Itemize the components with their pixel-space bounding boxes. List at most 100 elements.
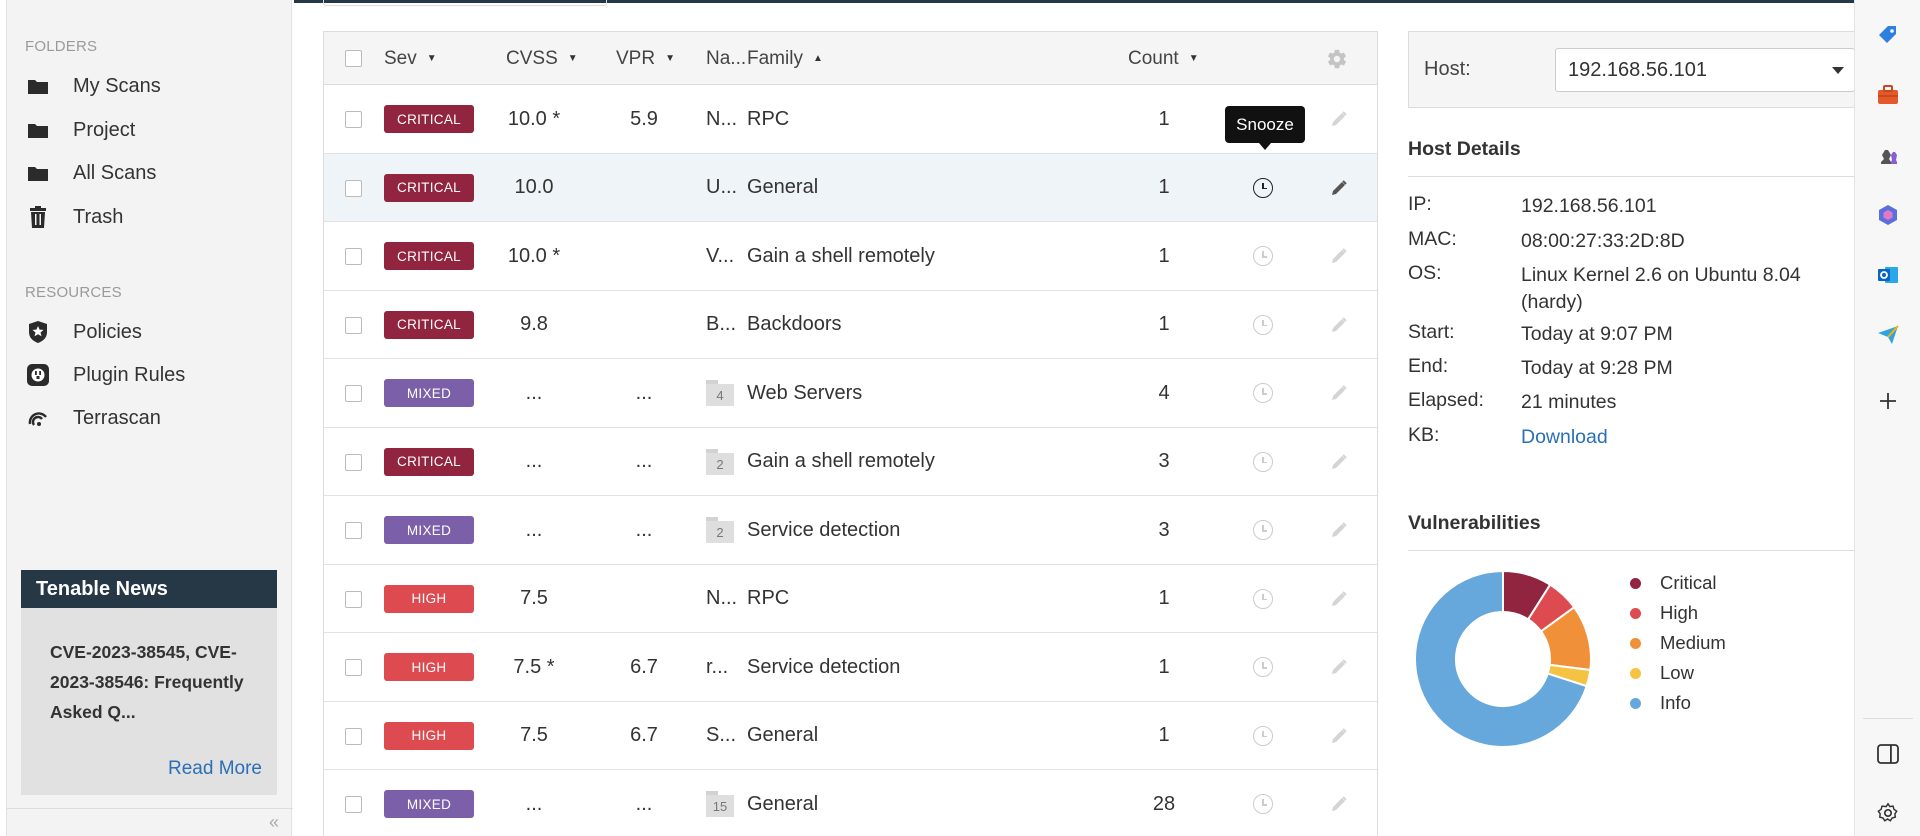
row-checkbox[interactable] (345, 385, 362, 402)
group-folder-icon: 4 (706, 380, 734, 406)
table-row[interactable]: MIXED...... 4 Web Servers 4 (324, 359, 1377, 428)
legend-item-low[interactable]: Low (1630, 658, 1726, 688)
select-all-checkbox[interactable] (345, 50, 362, 67)
row-checkbox[interactable] (345, 316, 362, 334)
collapse-sidebar[interactable]: « (7, 808, 293, 836)
column-name[interactable]: Na... (706, 32, 746, 85)
detail-key: OS: (1408, 262, 1442, 284)
table-row[interactable]: CRITICAL 9.8 B... Backdoors 1 (324, 290, 1377, 359)
detail-key: End: (1408, 355, 1449, 377)
snooze-clock-icon[interactable] (1253, 246, 1273, 266)
row-checkbox[interactable] (345, 796, 362, 813)
legend-item-info[interactable]: Info (1630, 688, 1726, 718)
sidebar-item-label: Trash (73, 205, 124, 228)
collapse-icon[interactable]: « (269, 812, 279, 833)
legend-item-critical[interactable]: Critical (1630, 568, 1726, 598)
table-row[interactable]: HIGH 7.5 N... RPC 1 (324, 564, 1377, 633)
row-checkbox[interactable] (345, 179, 362, 197)
download-link[interactable]: Download (1521, 424, 1851, 451)
outlook-icon[interactable] (1875, 262, 1901, 288)
sidebar-item-label: Plugin Rules (73, 363, 186, 386)
row-checkbox[interactable] (345, 727, 362, 745)
row-checkbox[interactable] (345, 453, 362, 471)
column-family[interactable]: Family ▲ (747, 32, 823, 85)
snooze-clock-icon[interactable] (1253, 314, 1273, 335)
sidebar-toggle-icon[interactable] (1875, 741, 1901, 767)
briefcase-icon[interactable] (1875, 82, 1901, 108)
edit-pencil-icon[interactable] (1329, 794, 1349, 814)
count-value: 1 (1158, 655, 1170, 678)
vpr-value (609, 154, 679, 222)
snooze-clock-icon[interactable] (1253, 588, 1273, 609)
chess-icon[interactable] (1875, 142, 1901, 168)
row-checkbox[interactable] (345, 522, 362, 539)
severity-badge: CRITICAL (384, 310, 474, 339)
snooze-clock-icon[interactable] (1253, 794, 1273, 814)
copilot-icon[interactable] (1875, 202, 1901, 228)
family-value: RPC (747, 587, 790, 609)
edit-pencil-icon[interactable] (1329, 315, 1349, 335)
snooze-clock-icon[interactable] (1253, 451, 1273, 472)
sidebar: FOLDERS My Scans Project All Scans Trash… (6, 0, 293, 836)
sidebar-item-my-scans[interactable]: My Scans (25, 70, 161, 102)
edit-pencil-icon[interactable] (1329, 452, 1349, 472)
detail-value: 21 minutes (1521, 391, 1617, 413)
edit-pencil-icon[interactable] (1329, 246, 1349, 266)
sidebar-item-terrascan[interactable]: Terrascan (25, 402, 161, 434)
edit-pencil-icon[interactable] (1329, 726, 1349, 746)
table-row[interactable]: CRITICAL 10.0 * 5.9 N... RPC 1 (324, 85, 1377, 154)
table-row[interactable]: CRITICAL...... 2 Gain a shell remotely 3 (324, 427, 1377, 496)
edit-pencil-icon[interactable] (1329, 589, 1349, 609)
sidebar-item-trash[interactable]: Trash (25, 201, 123, 233)
row-checkbox[interactable] (345, 590, 362, 608)
read-more-link[interactable]: Read More (168, 758, 262, 780)
table-row[interactable]: HIGH 7.5 6.7 S... General 1 (324, 701, 1377, 770)
table-row[interactable]: HIGH 7.5 * 6.7 r... Service detection 1 (324, 633, 1377, 702)
edit-pencil-icon[interactable] (1329, 178, 1349, 198)
edit-pencil-icon[interactable] (1329, 383, 1349, 403)
snooze-clock-icon[interactable] (1253, 725, 1273, 746)
news-title: Tenable News (21, 570, 277, 608)
edit-pencil-icon[interactable] (1329, 657, 1349, 677)
snooze-clock-icon[interactable] (1253, 657, 1273, 677)
table-row[interactable]: CRITICAL 10.0 U... General 1 (324, 153, 1377, 222)
column-vpr[interactable]: VPR ▼ (616, 32, 675, 85)
vpr-value: 6.7 (630, 724, 658, 746)
legend-item-medium[interactable]: Medium (1630, 628, 1726, 658)
family-value: Service detection (747, 518, 901, 541)
donut-legend: Critical High Medium Low Info (1630, 568, 1726, 718)
trash-icon (25, 206, 51, 228)
snooze-clock-icon[interactable] (1253, 177, 1273, 198)
cvss-value: ... (525, 792, 543, 815)
snooze-clock-icon[interactable] (1253, 383, 1273, 403)
table-row[interactable]: CRITICAL 10.0 * V... Gain a shell remotely 1 (324, 222, 1377, 291)
column-settings-gear-icon[interactable] (1326, 32, 1348, 85)
sidebar-item-all-scans[interactable]: All Scans (25, 157, 156, 189)
table-row[interactable]: MIXED...... 15 General 28 (324, 770, 1377, 836)
table-row[interactable]: MIXED...... 2 Service detection 3 (324, 496, 1377, 565)
family-value: General (747, 792, 819, 815)
column-cvss[interactable]: CVSS ▼ (506, 32, 578, 85)
column-sev[interactable]: Sev ▼ (384, 32, 437, 85)
sidebar-item-plugin-rules[interactable]: Plugin Rules (25, 359, 185, 391)
row-checkbox[interactable] (345, 111, 362, 128)
cvss-value: 7.5 (520, 587, 548, 609)
vulnerabilities-donut-chart[interactable] (1408, 564, 1598, 754)
edit-pencil-icon[interactable] (1329, 109, 1349, 129)
row-checkbox[interactable] (345, 248, 362, 265)
legend-dot (1630, 577, 1641, 589)
edit-pencil-icon[interactable] (1329, 520, 1349, 540)
column-count[interactable]: Count ▼ (1128, 32, 1199, 85)
plus-icon[interactable] (1875, 388, 1901, 414)
tag-icon[interactable] (1875, 22, 1901, 48)
cvss-value: 10.0 * (507, 244, 561, 267)
send-icon[interactable] (1875, 322, 1901, 348)
settings-icon[interactable] (1875, 800, 1901, 826)
legend-item-high[interactable]: High (1630, 598, 1726, 628)
sidebar-item-policies[interactable]: Policies (25, 316, 142, 348)
snooze-clock-icon[interactable] (1253, 520, 1273, 540)
host-select[interactable]: 192.168.56.101 (1555, 48, 1855, 92)
sidebar-item-project[interactable]: Project (25, 114, 135, 146)
row-checkbox[interactable] (345, 659, 362, 676)
news-text[interactable]: CVE-2023-38545, CVE-2023-38546: Frequent… (21, 608, 277, 728)
